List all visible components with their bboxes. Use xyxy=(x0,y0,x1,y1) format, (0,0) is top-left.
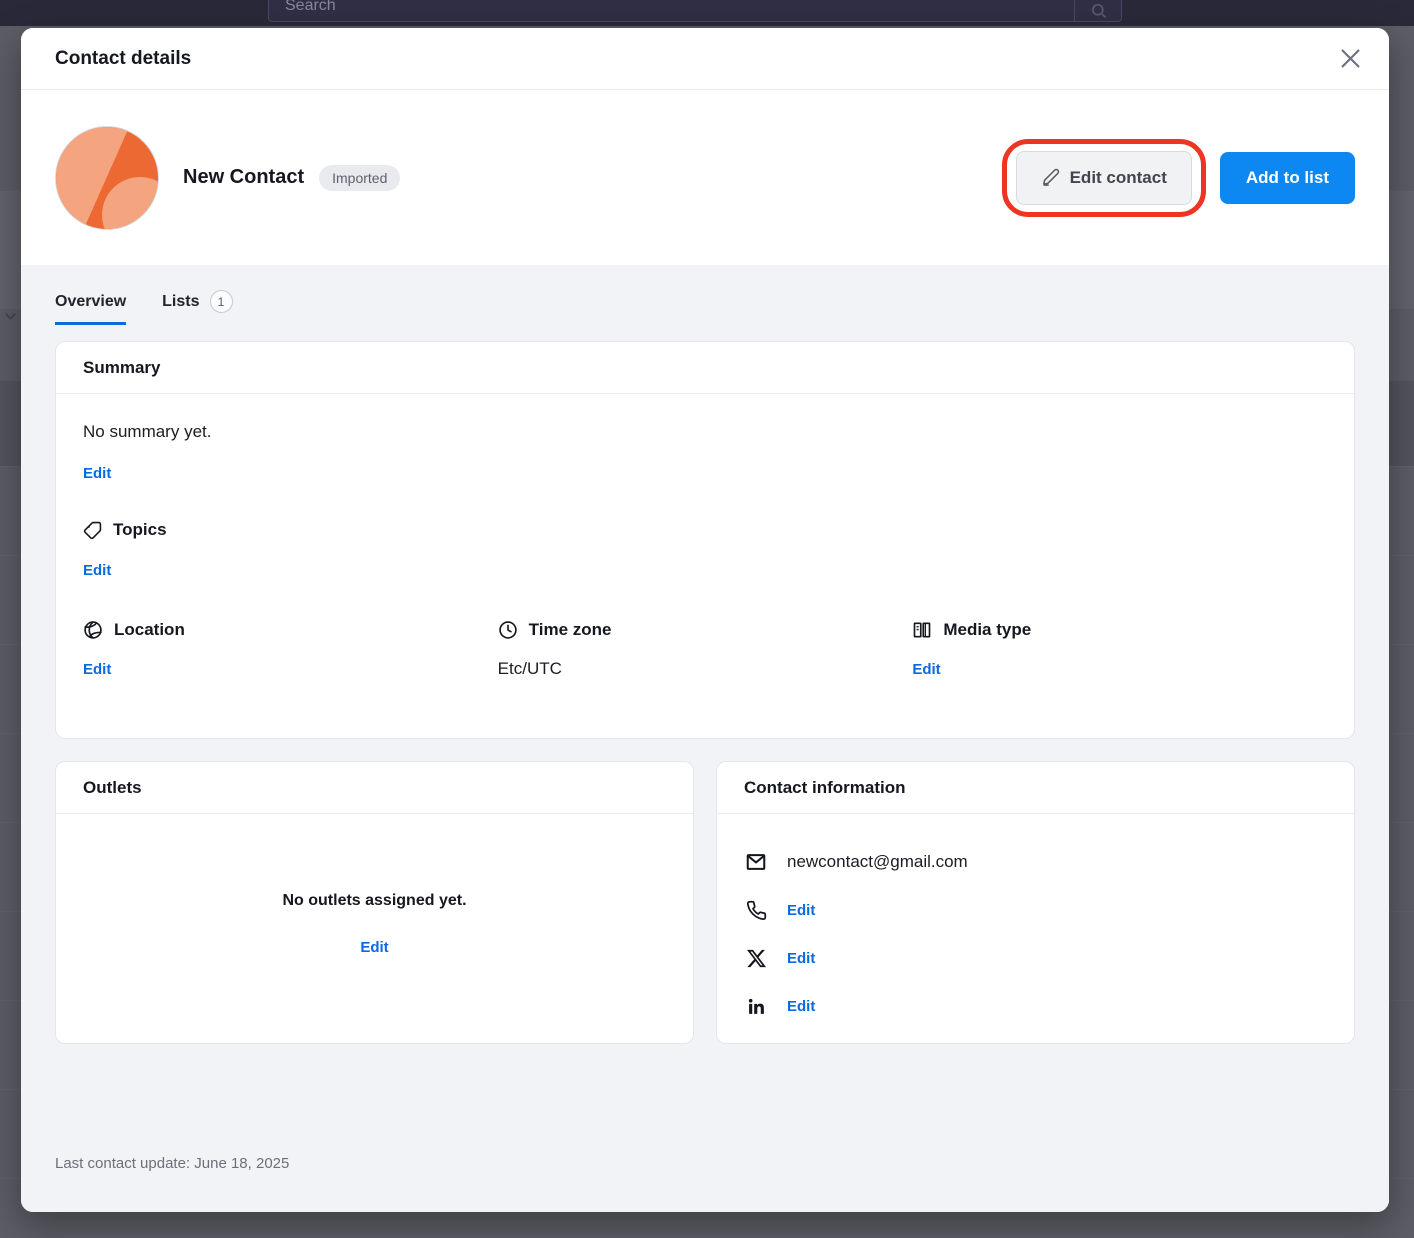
contact-details-modal: Contact details New Contact Imported xyxy=(21,28,1389,1212)
summary-fields: Location Edit Time zone Etc/UTC xyxy=(83,620,1327,679)
email-value: newcontact@gmail.com xyxy=(787,852,968,872)
edit-contact-label: Edit contact xyxy=(1070,168,1167,188)
summary-empty-text: No summary yet. xyxy=(83,422,1327,442)
bottom-cards-row: Outlets No outlets assigned yet. Edit Co… xyxy=(55,761,1355,1044)
summary-card-header: Summary xyxy=(56,342,1354,394)
tab-bar: Overview Lists 1 xyxy=(55,290,1355,327)
edit-contact-button[interactable]: Edit contact xyxy=(1016,151,1192,205)
topics-heading: Topics xyxy=(83,520,1327,540)
search-input[interactable] xyxy=(269,0,1074,21)
last-update-text: Last contact update: June 18, 2025 xyxy=(55,1155,1355,1172)
summary-title: Summary xyxy=(83,358,1327,378)
summary-card-body: No summary yet. Edit Topics Edit xyxy=(56,394,1354,679)
chevron-down-icon xyxy=(2,308,19,325)
close-icon xyxy=(1337,45,1364,72)
topics-label: Topics xyxy=(113,520,167,540)
phone-edit-link[interactable]: Edit xyxy=(787,902,815,919)
linkedin-edit-link[interactable]: Edit xyxy=(787,998,815,1015)
imported-badge: Imported xyxy=(319,165,400,191)
media-type-edit-link[interactable]: Edit xyxy=(912,661,940,678)
location-label: Location xyxy=(114,620,185,640)
contact-information-card: Contact information newcontact@gmail.com xyxy=(716,761,1355,1044)
search-button[interactable] xyxy=(1075,0,1121,21)
modal-body: Overview Lists 1 Summary No summary yet.… xyxy=(21,265,1389,1212)
time-zone-heading: Time zone xyxy=(498,620,913,640)
tab-lists-label: Lists xyxy=(162,293,199,311)
outlets-card-body: No outlets assigned yet. Edit xyxy=(56,814,693,1043)
x-twitter-icon xyxy=(744,949,768,968)
time-zone-field: Time zone Etc/UTC xyxy=(498,620,913,679)
envelope-icon xyxy=(744,851,768,873)
summary-edit-link[interactable]: Edit xyxy=(83,465,111,482)
x-row: Edit xyxy=(744,934,1327,982)
location-edit-link[interactable]: Edit xyxy=(83,661,111,678)
media-type-heading: Media type xyxy=(912,620,1327,640)
contact-name: New Contact xyxy=(183,166,304,189)
outlets-card: Outlets No outlets assigned yet. Edit xyxy=(55,761,694,1044)
phone-icon xyxy=(744,900,768,921)
media-type-field: Media type Edit xyxy=(912,620,1327,679)
hero-actions: Edit contact Add to list xyxy=(1002,139,1355,217)
time-zone-value: Etc/UTC xyxy=(498,659,913,679)
avatar xyxy=(55,126,159,230)
modal-header: Contact details xyxy=(21,28,1389,90)
location-field: Location Edit xyxy=(83,620,498,679)
tab-overview-label: Overview xyxy=(55,293,126,311)
x-edit-link[interactable]: Edit xyxy=(787,950,815,967)
outlets-title: Outlets xyxy=(83,778,666,798)
global-search-bar[interactable] xyxy=(268,0,1122,22)
add-to-list-button[interactable]: Add to list xyxy=(1220,152,1355,204)
location-heading: Location xyxy=(83,620,498,640)
add-to-list-label: Add to list xyxy=(1246,168,1329,188)
linkedin-row: Edit xyxy=(744,982,1327,1030)
email-row: newcontact@gmail.com xyxy=(744,838,1327,886)
contact-information-title: Contact information xyxy=(744,778,1327,798)
tag-icon xyxy=(83,521,102,540)
annotation-highlight-ring: Edit contact xyxy=(1002,139,1206,217)
search-icon xyxy=(1090,2,1107,19)
topics-edit-link[interactable]: Edit xyxy=(83,562,111,579)
summary-card: Summary No summary yet. Edit Topics Edit xyxy=(55,341,1355,739)
contact-name-row: New Contact Imported xyxy=(183,165,400,191)
outlets-empty-text: No outlets assigned yet. xyxy=(282,892,466,910)
phone-row: Edit xyxy=(744,886,1327,934)
outlets-card-header: Outlets xyxy=(56,762,693,814)
clock-icon xyxy=(498,620,518,640)
outlets-edit-link[interactable]: Edit xyxy=(360,939,388,956)
media-type-label: Media type xyxy=(943,620,1031,640)
linkedin-icon xyxy=(744,996,768,1017)
contact-information-body: newcontact@gmail.com Edit xyxy=(717,814,1354,1030)
screen: Contact details New Contact Imported xyxy=(0,0,1414,1238)
tab-lists[interactable]: Lists 1 xyxy=(162,290,232,327)
contact-hero-section: New Contact Imported Edit contact Add to… xyxy=(21,90,1389,265)
media-type-icon xyxy=(912,620,932,640)
avatar-shape xyxy=(102,177,159,230)
modal-title: Contact details xyxy=(55,48,191,70)
time-zone-label: Time zone xyxy=(529,620,612,640)
tab-overview[interactable]: Overview xyxy=(55,293,126,325)
close-button[interactable] xyxy=(1335,44,1365,74)
app-top-bar xyxy=(0,0,1414,26)
lists-count-badge: 1 xyxy=(210,290,233,313)
pencil-icon xyxy=(1041,168,1060,187)
globe-icon xyxy=(83,620,103,640)
contact-information-header: Contact information xyxy=(717,762,1354,814)
